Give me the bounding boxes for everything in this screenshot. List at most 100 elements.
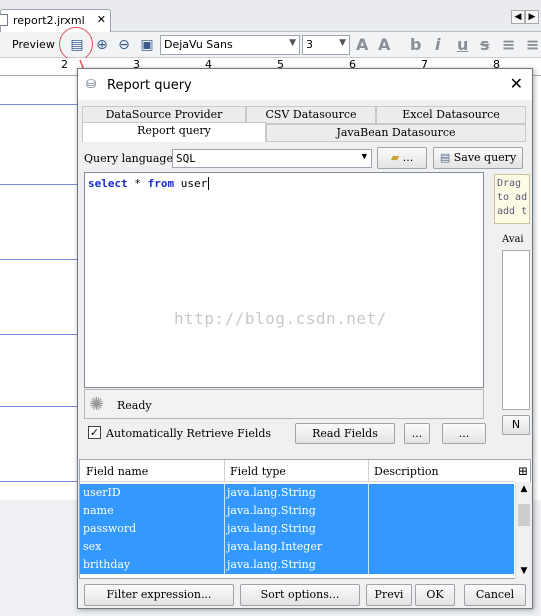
font-size-combo[interactable]: 3 ▼ (302, 35, 350, 55)
table-row[interactable]: sex java.lang.Integer (80, 538, 514, 556)
zoom-in-icon[interactable]: ⊕ (93, 36, 111, 54)
increase-font-icon[interactable]: A (356, 35, 368, 54)
query-language-label: Query language (84, 152, 173, 165)
tab-javabean-datasource[interactable]: JavaBean Datasource (266, 124, 526, 142)
cancel-button[interactable]: Cancel (464, 584, 526, 606)
field-type-cell: java.lang.String (227, 522, 316, 535)
field-palette-panel: Drag to ad add t Avai N (494, 172, 530, 435)
status-text: Ready (117, 399, 152, 412)
scroll-up-icon[interactable]: ▲ (518, 484, 530, 494)
fields-table[interactable]: Field name Field type Description ⊞ user… (79, 459, 531, 579)
tab-nav: ◀ ▶ (511, 9, 541, 24)
table-row[interactable]: password java.lang.String (80, 520, 514, 538)
align-center-icon[interactable]: ≡ (526, 35, 539, 54)
ruler-tick: 2 (61, 58, 68, 71)
dialog-title: Report query (107, 78, 192, 93)
dots-button-2[interactable]: ... (442, 423, 486, 444)
field-name-cell: password (83, 522, 137, 535)
chevron-down-icon: ▼ (289, 38, 296, 48)
table-row[interactable]: brithday java.lang.String (80, 556, 514, 574)
table-header: Field name Field type Description (80, 460, 514, 482)
tab-excel-datasource[interactable]: Excel Datasource (376, 106, 526, 124)
tab-right-icon[interactable]: ▶ (525, 10, 539, 24)
table-row[interactable]: name java.lang.String (80, 502, 514, 520)
auto-retrieve-label: Automatically Retrieve Fields (106, 427, 272, 440)
status-bar: ✺ Ready (84, 389, 484, 419)
read-fields-button[interactable]: Read Fields (295, 423, 395, 444)
tab-report-query[interactable]: Report query (82, 122, 266, 142)
available-list[interactable] (502, 250, 530, 410)
drag-hint: Drag to ad add t (494, 174, 530, 224)
folder-icon: ▰ (390, 151, 400, 164)
field-type-cell: java.lang.Integer (227, 540, 323, 553)
table-row[interactable]: userID java.lang.String (80, 484, 514, 502)
field-name-cell: brithday (83, 558, 131, 571)
report-query-icon: ⛁ (86, 77, 97, 91)
preview-data-button[interactable]: Previ (366, 584, 412, 606)
vertical-scrollbar[interactable]: ▲ ▼ (515, 482, 531, 579)
font-family-combo[interactable]: DejaVu Sans ▼ (160, 35, 300, 55)
document-tab-label: report2.jrxml (13, 14, 85, 27)
band-guide (0, 481, 80, 482)
chevron-down-icon: ▼ (361, 152, 367, 162)
document-tab[interactable]: report2.jrxml ✕ (0, 9, 111, 32)
italic-icon[interactable]: i (435, 35, 440, 54)
col-separator (224, 460, 225, 482)
col-field-type[interactable]: Field type (230, 465, 286, 478)
field-type-cell: java.lang.String (227, 486, 316, 499)
band-guide (0, 259, 80, 260)
dialog-title-bar: ⛁ Report query ✕ (78, 69, 532, 100)
field-name-cell: sex (83, 540, 102, 553)
open-query-button[interactable]: ▰ ... (377, 147, 427, 169)
bold-icon[interactable]: b (410, 35, 421, 54)
clipboard-icon[interactable]: ▣ (138, 36, 156, 54)
query-language-select[interactable]: SQL ▼ (172, 149, 372, 168)
save-query-button[interactable]: ▤ Save query (433, 147, 523, 169)
chevron-down-icon: ▼ (339, 38, 346, 48)
ok-button[interactable]: OK (415, 584, 455, 606)
band-guide (0, 104, 80, 105)
available-label: Avai (502, 234, 524, 245)
underline-icon[interactable]: u (457, 35, 468, 54)
scroll-thumb[interactable] (518, 504, 530, 526)
scroll-down-icon[interactable]: ▼ (518, 566, 530, 576)
watermark: http://blog.csdn.net/ (174, 309, 387, 328)
open-query-label: ... (402, 151, 414, 164)
query-text: select * from user (88, 177, 210, 190)
sort-options-button[interactable]: Sort options... (240, 584, 360, 606)
filter-expression-button[interactable]: Filter expression... (84, 584, 234, 606)
col-description[interactable]: Description (374, 465, 439, 478)
column-chooser-icon[interactable]: ⊞ (515, 460, 531, 482)
zoom-out-icon[interactable]: ⊖ (115, 36, 133, 54)
save-icon: ▤ (439, 151, 451, 164)
col-field-name[interactable]: Field name (86, 465, 148, 478)
query-editor[interactable]: select * from user (84, 172, 484, 388)
text-cursor (208, 177, 210, 190)
drag-hint-text: Drag to ad add t (497, 178, 528, 217)
query-keyword: from (147, 177, 175, 190)
field-name-cell: name (83, 504, 114, 517)
band-guide (0, 184, 80, 185)
decrease-font-icon[interactable]: A (378, 35, 390, 54)
file-icon (0, 14, 8, 26)
font-size-value: 3 (306, 38, 313, 51)
mini-button[interactable]: N (502, 415, 530, 435)
spinner-icon: ✺ (89, 394, 105, 415)
preview-tab[interactable]: Preview (12, 38, 55, 51)
field-type-cell: java.lang.String (227, 504, 316, 517)
font-family-value: DejaVu Sans (164, 38, 233, 51)
dots-button-1[interactable]: ... (404, 423, 430, 444)
band-guide (0, 334, 80, 335)
query-text-part: * (127, 177, 148, 190)
close-icon[interactable]: ✕ (510, 74, 523, 93)
field-type-cell: java.lang.String (227, 558, 316, 571)
close-tab-icon[interactable]: ✕ (97, 13, 106, 26)
auto-retrieve-checkbox[interactable]: ✓ (88, 426, 101, 439)
align-left-icon[interactable]: ≡ (502, 35, 515, 54)
col-separator (368, 460, 369, 482)
strikethrough-icon[interactable]: s (480, 35, 490, 54)
query-text-part: user (174, 177, 208, 190)
query-language-value: SQL (176, 152, 196, 165)
report-query-dialog: ⛁ Report query ✕ DataSource Provider CSV… (77, 68, 533, 609)
tab-left-icon[interactable]: ◀ (511, 10, 525, 24)
